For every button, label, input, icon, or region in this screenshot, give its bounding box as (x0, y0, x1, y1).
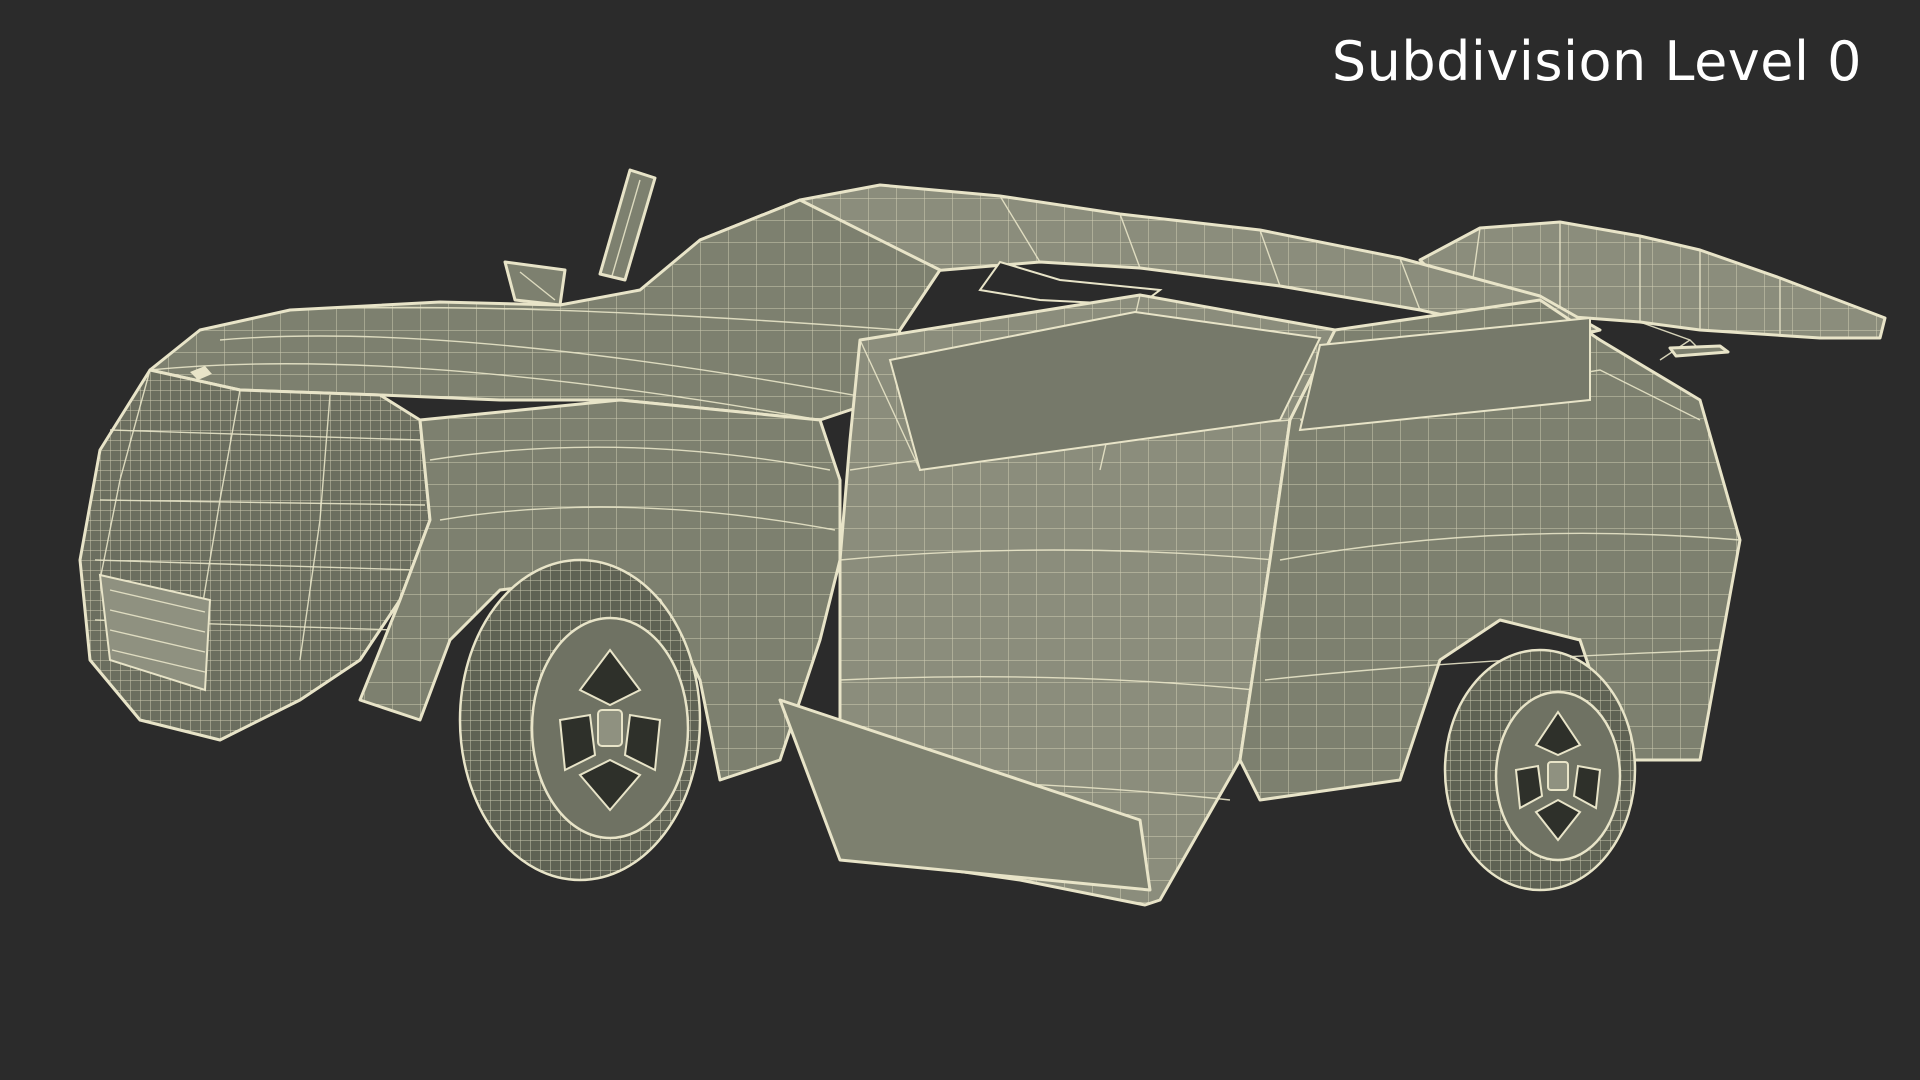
open-front-door (778, 293, 1337, 907)
rear-wheel (1443, 648, 1637, 892)
car-wireframe-model (78, 168, 1887, 907)
front-wheel (458, 558, 702, 882)
subdivision-level-label: Subdivision Level 0 (1331, 30, 1862, 93)
hood (148, 198, 942, 422)
render-viewport: Subdivision Level 0 (0, 0, 1920, 1080)
